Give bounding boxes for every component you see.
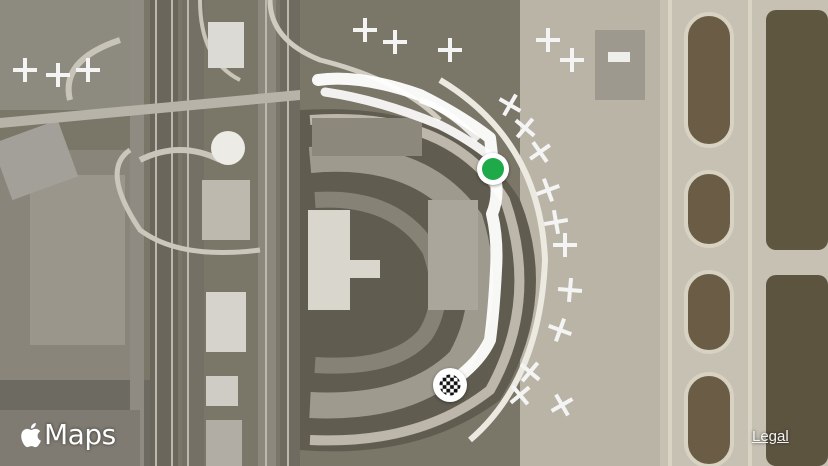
route-finish-marker[interactable]	[433, 368, 467, 402]
route-start-marker[interactable]	[477, 153, 509, 185]
start-dot-icon	[482, 158, 504, 180]
maps-brand: Maps	[18, 418, 116, 451]
map-view[interactable]: Maps Legal	[0, 0, 828, 466]
checkered-flag-icon	[439, 374, 461, 396]
legal-link[interactable]: Legal	[752, 428, 789, 445]
route-path	[312, 72, 503, 388]
apple-logo-icon	[21, 422, 41, 447]
maps-brand-label: Maps	[44, 418, 116, 451]
